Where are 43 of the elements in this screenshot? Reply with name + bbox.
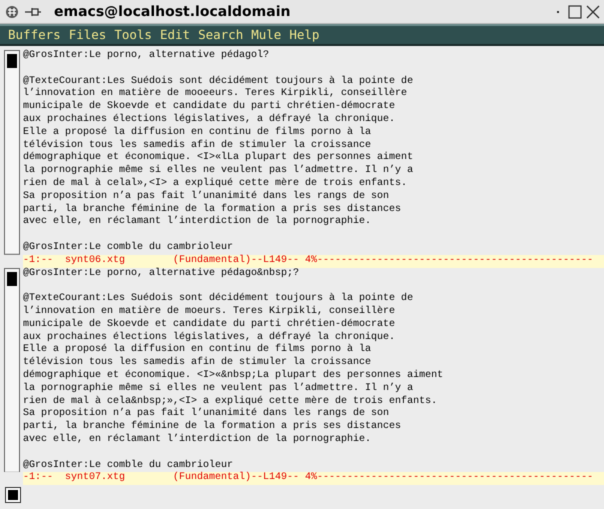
text-line: Elle a proposé la diffusion en continu de films porno à la — [23, 126, 372, 138]
text-line: avec elle, en réclamant l’interdiction de la pornographie. — [23, 216, 372, 228]
menu-item[interactable]: Buffers — [4, 26, 65, 44]
text-line: rien de mal à celal»,<I> a expliqué cette mère de trois enfants. — [23, 178, 408, 189]
text-line: @TexteCourant:Les Suédois sont décidément toujours à la pointe de — [23, 76, 414, 87]
pin-icon[interactable] — [24, 6, 42, 18]
menu-item[interactable]: Edit — [156, 26, 194, 44]
text-line: @GrosInter:Le porno, alternative pédagol? — [23, 50, 270, 61]
scrollbar-drawing[interactable] — [4, 268, 20, 472]
text-line: l’innovation en matière de mooeeurs. Teres Kirpikli, conseillère — [23, 88, 408, 100]
close-icon[interactable] — [586, 4, 600, 18]
window-title: emacs@localhost.localdomain — [54, 4, 290, 20]
menu-item[interactable]: Help — [285, 26, 324, 44]
menu-item[interactable]: Files — [64, 26, 110, 44]
text-line: @GrosInter:Le porno, alternative pédago&nbsp;? — [23, 268, 300, 279]
text-line: Sa proposition n’a pas fait l’unanimité dans les rangs de son — [23, 190, 390, 202]
text-line: l’innovation en matière de moeurs. Teres Kirpikli, conseillère — [23, 306, 396, 317]
text-line: municipale de Skoevde et candidate du parti chrétien-démocrate — [23, 101, 396, 112]
text-line: aux prochaines élections législatives, a défrayé la chronique. — [23, 332, 396, 343]
menu-item[interactable]: Search — [194, 26, 248, 44]
text-line: télévision tous les samedis afin de stimuler la croissance — [23, 140, 372, 151]
text-line: avec elle, en réclamant l’interdiction de la pornographie. — [23, 434, 372, 445]
text-line: la pornographie même si elles ne veulent pas l’admettre. Il n’y a — [23, 382, 414, 394]
scrollbar-drawing[interactable] — [5, 487, 21, 504]
text-line: démographique et économique. <I>«lLa plupart des personnes aiment — [23, 152, 414, 164]
app-icon[interactable] — [4, 4, 20, 20]
maximize-icon[interactable] — [568, 4, 582, 18]
text-line: Sa proposition n’a pas fait l’unanimité dans les rangs de son — [23, 408, 390, 420]
text-line: @TexteCourant:Les Suédois sont décidément toujours à la pointe de — [23, 293, 414, 304]
scrollbar-drawing[interactable] — [4, 50, 20, 255]
text-line: municipale de Skoevde et candidate du parti chrétien-démocrate — [23, 318, 396, 330]
text-line: parti, la branche féminine de la formation a pris ses distances — [23, 204, 402, 215]
text-line: démographique et économique. <I>«&nbsp;La plupart des personnes aiment — [23, 370, 444, 381]
text-line: rien de mal à cela&nbsp;»,<I> a expliqué cette mère de trois enfants. — [23, 396, 438, 407]
menu-item[interactable]: Mule — [247, 26, 286, 44]
text-line: parti, la branche féminine de la formation a pris ses distances — [23, 421, 402, 432]
text-line: aux prochaines élections législatives, a défrayé la chronique. — [23, 114, 396, 125]
menu-item[interactable]: Tools — [110, 26, 156, 44]
text-line: @GrosInter:Le comble du cambrioleur — [23, 242, 234, 253]
text-line: télévision tous les samedis afin de stimuler la croissance — [23, 357, 372, 368]
text-line: Elle a proposé la diffusion en continu de films porno à la — [23, 344, 372, 356]
text-line: la pornographie même si elles ne veulent pas l’admettre. Il n’y a — [23, 165, 414, 176]
text-line: @GrosInter:Le comble du cambrioleur — [23, 460, 234, 471]
